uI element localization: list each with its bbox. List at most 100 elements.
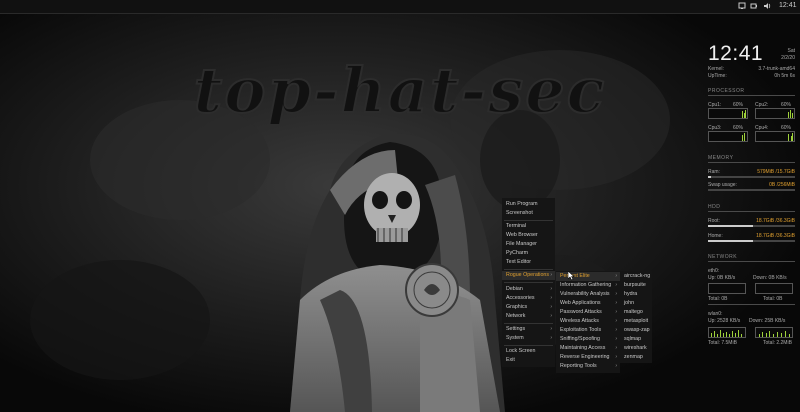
pentest-elite-submenu: aircrack-ng burpsuite hydra john maltego… xyxy=(620,271,652,363)
submenu-arrow-icon: › xyxy=(550,304,552,310)
home-value: 18.7GiB /36.3GiB xyxy=(756,233,795,239)
processor-heading: PROCESSOR xyxy=(708,88,745,94)
swap-value: 0B /256MiB xyxy=(769,182,795,188)
submenu-arrow-icon: › xyxy=(615,273,617,279)
menu-separator xyxy=(504,220,553,221)
submenu-arrow-icon: › xyxy=(615,345,617,351)
menu-item-lock-screen[interactable]: Lock Screen xyxy=(506,348,535,354)
battery-icon[interactable] xyxy=(750,2,758,10)
eth0-label: eth0: xyxy=(708,268,720,274)
monitor-clock: 12:41 xyxy=(708,42,764,65)
menu-item-screenshot[interactable]: Screenshot xyxy=(506,210,533,216)
ram-label: Ram: xyxy=(708,169,720,175)
menu-item-owasp-zap[interactable]: owasp-zap xyxy=(624,327,650,333)
hdd-heading: HDD xyxy=(708,204,721,210)
wallpaper-banner-text: top-hat-sec xyxy=(194,54,607,127)
menu-item-password-attacks[interactable]: Password Attacks xyxy=(560,309,602,315)
menu-item-maltego[interactable]: maltego xyxy=(624,309,643,315)
home-label: Home: xyxy=(708,233,723,239)
root-bar xyxy=(708,225,795,227)
menu-item-exit[interactable]: Exit xyxy=(506,357,515,363)
top-panel: 12:41 xyxy=(0,0,800,14)
eth0-up: Up: 0B KB/s xyxy=(708,275,736,281)
rogue-operations-submenu: Pentest Elite › Information Gathering › … xyxy=(556,271,620,373)
swap-label: Swap usage: xyxy=(708,182,737,188)
uptime-label: UpTime: xyxy=(708,73,727,79)
speaker-icon[interactable] xyxy=(763,2,771,10)
menu-item-pycharm[interactable]: PyCharm xyxy=(506,250,528,256)
menu-separator xyxy=(504,323,553,324)
menu-item-web-browser[interactable]: Web Browser xyxy=(506,232,538,238)
wlan0-label: wlan0: xyxy=(708,311,723,317)
desktop-wallpaper: top-hat-sec xyxy=(0,0,800,412)
submenu-arrow-icon: › xyxy=(615,291,617,297)
menu-item-reverse-engineering[interactable]: Reverse Engineering xyxy=(560,354,609,360)
submenu-arrow-icon: › xyxy=(615,336,617,342)
menu-item-wireshark[interactable]: wireshark xyxy=(624,345,647,351)
menu-item-text-editor[interactable]: Text Editor xyxy=(506,259,531,265)
menu-item-sniffing-spoofing[interactable]: Sniffing/Spoofing xyxy=(560,336,600,342)
divider xyxy=(708,261,795,262)
menu-item-file-manager[interactable]: File Manager xyxy=(506,241,537,247)
menu-item-system[interactable]: System xyxy=(506,335,524,341)
kernel-value: 3.7-trunk-amd64 xyxy=(758,66,795,72)
menu-item-john[interactable]: john xyxy=(624,300,634,306)
menu-item-debian[interactable]: Debian xyxy=(506,286,523,292)
cpu4-graph xyxy=(755,131,795,142)
monitor-day: Sat xyxy=(787,48,795,54)
menu-item-vulnerability-analysis[interactable]: Vulnerability Analysis xyxy=(560,291,610,297)
wlan0-down-graph xyxy=(755,327,793,338)
menu-item-aircrack-ng[interactable]: aircrack-ng xyxy=(624,273,650,279)
menu-item-network[interactable]: Network xyxy=(506,313,525,319)
wlan0-down: Down: 25B KB/s xyxy=(749,318,786,324)
uptime-value: 0h 5m 6s xyxy=(774,73,795,79)
submenu-arrow-icon: › xyxy=(615,327,617,333)
eth0-down: Down: 0B KB/s xyxy=(753,275,787,281)
menu-item-terminal[interactable]: Terminal xyxy=(506,223,526,229)
menu-item-run-program[interactable]: Run Program xyxy=(506,201,538,207)
mouse-pointer-icon xyxy=(568,271,575,281)
root-value: 18.7GiB /36.3GiB xyxy=(756,218,795,224)
cpu3-graph xyxy=(708,131,748,142)
menu-item-sqlmap[interactable]: sqlmap xyxy=(624,336,641,342)
menu-item-graphics[interactable]: Graphics xyxy=(506,304,527,310)
eth0-up-graph xyxy=(708,283,746,294)
menu-item-reporting-tools[interactable]: Reporting Tools xyxy=(560,363,597,369)
menu-item-burpsuite[interactable]: burpsuite xyxy=(624,282,646,288)
submenu-arrow-icon: › xyxy=(615,363,617,369)
submenu-arrow-icon: › xyxy=(615,282,617,288)
menu-item-rogue-operations[interactable]: Rogue Operations xyxy=(506,272,549,278)
menu-item-settings[interactable]: Settings xyxy=(506,326,525,332)
submenu-arrow-icon: › xyxy=(550,272,552,278)
topbar-clock[interactable]: 12:41 xyxy=(779,1,797,11)
menu-item-exploitation-tools[interactable]: Exploitation Tools xyxy=(560,327,601,333)
swap-bar xyxy=(708,189,795,191)
divider xyxy=(708,211,795,212)
cpu1-graph xyxy=(708,108,748,119)
menu-item-metasploit[interactable]: metasploit xyxy=(624,318,648,324)
submenu-arrow-icon: › xyxy=(550,326,552,332)
submenu-arrow-icon: › xyxy=(550,313,552,319)
submenu-arrow-icon: › xyxy=(615,318,617,324)
menu-item-wireless-attacks[interactable]: Wireless Attacks xyxy=(560,318,599,324)
menu-item-web-applications[interactable]: Web Applications xyxy=(560,300,601,306)
menu-item-maintaining-access[interactable]: Maintaining Access xyxy=(560,345,605,351)
menu-item-zenmap[interactable]: zenmap xyxy=(624,354,643,360)
submenu-arrow-icon: › xyxy=(615,309,617,315)
wlan0-up-graph xyxy=(708,327,746,338)
eth0-total-down: Total: 0B xyxy=(763,296,783,302)
menu-item-hydra[interactable]: hydra xyxy=(624,291,637,297)
display-icon[interactable] xyxy=(738,2,746,10)
ram-bar xyxy=(708,176,795,178)
menu-separator xyxy=(504,345,553,346)
menu-item-information-gathering[interactable]: Information Gathering xyxy=(560,282,611,288)
submenu-arrow-icon: › xyxy=(550,335,552,341)
wlan0-total-up: Total: 7.5MiB xyxy=(708,340,737,346)
divider xyxy=(708,162,795,163)
menu-item-accessories[interactable]: Accessories xyxy=(506,295,535,301)
network-heading: NETWORK xyxy=(708,254,738,260)
memory-heading: MEMORY xyxy=(708,155,734,161)
home-bar xyxy=(708,240,795,242)
menu-separator xyxy=(504,282,553,283)
cpu2-graph xyxy=(755,108,795,119)
